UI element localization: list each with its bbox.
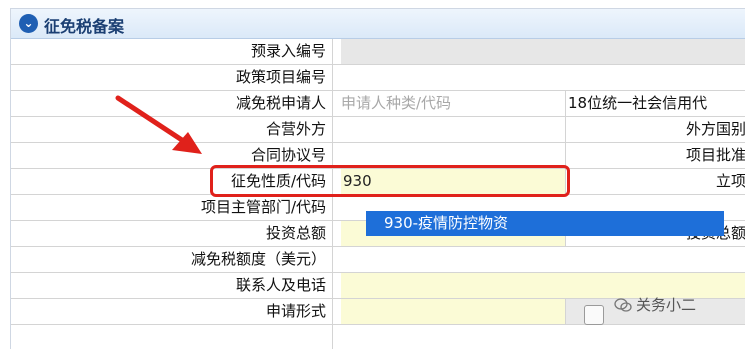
section-title: 征免税备案	[44, 17, 125, 36]
form-row-extra	[11, 325, 745, 349]
dropdown-option-930[interactable]: 930-疫情防控物资	[366, 211, 724, 236]
tax-amount-field[interactable]	[341, 247, 745, 272]
section-header[interactable]: ⌄ 征免税备案	[11, 9, 745, 39]
watermark: 关务小二	[614, 294, 696, 315]
policy-project-number-field[interactable]	[341, 65, 745, 90]
form-row-policy-project-number: 政策项目编号	[11, 65, 745, 91]
chevron-down-icon[interactable]: ⌄	[19, 14, 38, 33]
foreign-country-label: 外方国别	[565, 117, 745, 142]
form-row-preentry-number: 预录入编号	[11, 39, 745, 65]
field-label	[11, 325, 333, 349]
application-form-checkbox[interactable]	[584, 305, 604, 325]
field-label: 申请形式	[11, 299, 333, 324]
credit-code-input[interactable]: 18位统一社会信用代	[565, 91, 745, 116]
field-label: 预录入编号	[11, 39, 333, 64]
project-setup-label: 立项	[565, 169, 745, 194]
applicant-type-code-input[interactable]: 申请人种类/代码	[341, 91, 565, 116]
form-row-tax-amount: 减免税额度（美元）	[11, 247, 745, 273]
preentry-number-field[interactable]	[341, 39, 745, 64]
field-label: 政策项目编号	[11, 65, 333, 90]
wechat-icon	[614, 298, 632, 312]
red-arrow-icon	[115, 95, 202, 154]
highlight-box	[210, 165, 570, 197]
application-form-field[interactable]	[341, 299, 565, 324]
foreign-partner-field[interactable]	[341, 117, 565, 142]
field-label: 减免税额度（美元）	[11, 247, 333, 272]
field-label: 项目主管部门/代码	[11, 195, 333, 220]
field-label: 投资总额	[11, 221, 333, 246]
watermark-text: 关务小二	[636, 296, 697, 314]
project-approval-label: 项目批准	[565, 143, 745, 168]
field-label: 联系人及电话	[11, 273, 333, 298]
